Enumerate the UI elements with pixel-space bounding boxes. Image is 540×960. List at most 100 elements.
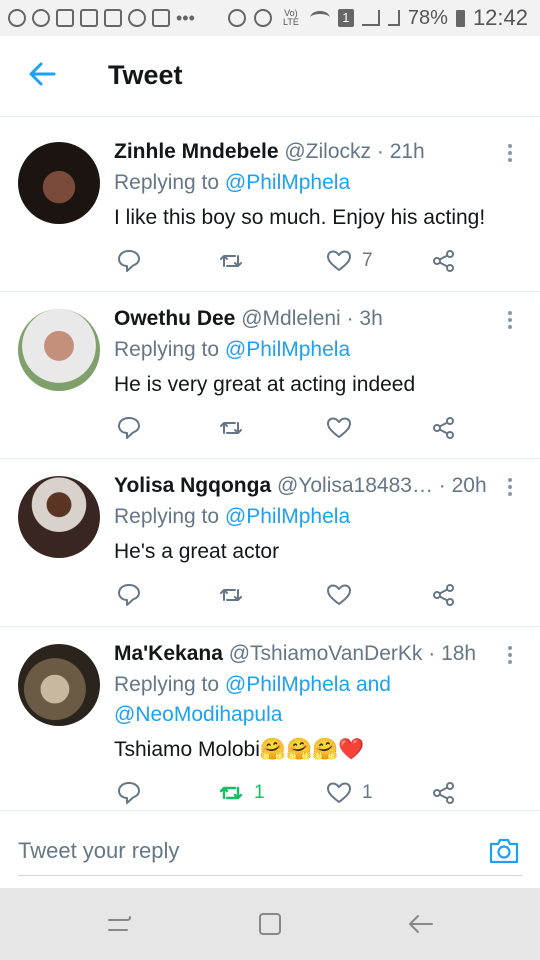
notification-icons: ••• xyxy=(8,0,195,36)
retweet-count: 1 xyxy=(254,782,265,803)
avatar[interactable] xyxy=(18,142,100,224)
more-icon[interactable] xyxy=(502,644,518,666)
mention-link[interactable]: @PhilMphela and xyxy=(225,673,391,696)
author-handle[interactable]: @TshiamoVanDerKk xyxy=(229,642,423,665)
tweet-actions xyxy=(114,413,514,443)
share-button[interactable] xyxy=(431,580,457,610)
reply-button[interactable] xyxy=(116,778,142,808)
author-name[interactable]: Owethu Dee xyxy=(114,307,235,330)
more-icon[interactable] xyxy=(502,476,518,498)
tweet-time: 3h xyxy=(359,307,383,330)
retweet-button[interactable]: 1 xyxy=(218,778,265,808)
tweet-actions xyxy=(114,580,514,610)
reply-icon xyxy=(118,250,140,272)
share-button[interactable] xyxy=(431,246,457,276)
page-title: Tweet xyxy=(108,60,183,90)
replying-to-label: Replying to xyxy=(114,505,225,528)
more-icon[interactable] xyxy=(502,309,518,331)
tweet-item[interactable]: Yolisa Ngqonga @Yolisa18483… · 20h Reply… xyxy=(0,458,540,627)
system-status: Vo) LTE 1 78% 12:42 xyxy=(227,0,528,36)
share-icon xyxy=(433,782,454,804)
more-icon[interactable] xyxy=(502,142,518,164)
mention-link[interactable]: @PhilMphela xyxy=(225,171,350,194)
battery-percent: 78% xyxy=(407,6,448,29)
replying-to: Replying to @PhilMphela xyxy=(114,338,350,362)
avatar[interactable] xyxy=(18,309,100,391)
retweet-button[interactable] xyxy=(218,246,244,276)
share-button[interactable] xyxy=(431,778,457,808)
tweet-time: 20h xyxy=(451,474,487,497)
retweet-button[interactable] xyxy=(218,413,244,443)
replying-to-second-line: @NeoModihapula xyxy=(114,703,282,727)
tweet-item[interactable]: Ma'Kekana @TshiamoVanDerKk · 18h Replyin… xyxy=(0,626,540,810)
battery-icon xyxy=(455,9,465,27)
reply-icon xyxy=(118,584,140,606)
tweet-text: Tshiamo Molobi🤗🤗🤗❤️ xyxy=(114,738,365,761)
tweet-text: I like this boy so much. Enjoy his actin… xyxy=(114,206,486,229)
mail-icon xyxy=(104,9,122,27)
clock: 12:42 xyxy=(472,5,528,30)
author-handle[interactable]: @Mdleleni xyxy=(241,307,341,330)
retweet-icon xyxy=(220,255,242,267)
tweet-item[interactable]: Owethu Dee @Mdleleni · 3h Replying to @P… xyxy=(0,291,540,459)
tweet-time: 21h xyxy=(389,140,425,163)
message-icon xyxy=(56,9,74,27)
replying-to: Replying to @PhilMphela xyxy=(114,171,350,195)
camera-icon[interactable] xyxy=(488,835,520,865)
tweet-text: He is very great at acting indeed xyxy=(114,373,416,396)
person-icon xyxy=(128,9,146,27)
back-nav-icon[interactable] xyxy=(404,908,436,940)
tweet-header: Owethu Dee @Mdleleni · 3h xyxy=(114,307,383,330)
back-arrow-icon[interactable] xyxy=(26,58,58,90)
wifi-icon xyxy=(309,11,330,25)
app-header: Tweet xyxy=(0,36,540,117)
tweet-header: Yolisa Ngqonga @Yolisa18483… · 20h xyxy=(114,474,487,497)
like-icon xyxy=(327,584,351,605)
author-name[interactable]: Ma'Kekana xyxy=(114,642,223,665)
mute-icon xyxy=(227,9,246,27)
like-button[interactable]: 1 xyxy=(326,778,373,808)
avatar[interactable] xyxy=(18,476,100,558)
android-nav-bar xyxy=(0,888,540,960)
recents-icon[interactable] xyxy=(103,908,135,940)
reply-button[interactable] xyxy=(116,580,142,610)
avatar[interactable] xyxy=(18,644,100,726)
alarm-icon xyxy=(253,9,272,27)
signal-2-icon xyxy=(387,10,400,26)
reply-button[interactable] xyxy=(116,246,142,276)
like-button[interactable] xyxy=(326,413,362,443)
tweet-item[interactable]: Zinhle Mndebele @Zilockz · 21h Replying … xyxy=(0,124,540,292)
replying-to: Replying to @PhilMphela and xyxy=(114,673,391,697)
signal-icon xyxy=(361,10,380,26)
facebook-icon xyxy=(32,9,50,27)
mention-link[interactable]: @PhilMphela xyxy=(225,505,350,528)
share-icon xyxy=(433,584,454,606)
share-icon xyxy=(433,250,454,272)
sim-badge: 1 xyxy=(337,9,354,27)
retweet-button[interactable] xyxy=(218,580,244,610)
mention-link[interactable]: @NeoModihapula xyxy=(114,703,282,726)
retweet-icon xyxy=(220,422,242,434)
author-name[interactable]: Yolisa Ngqonga xyxy=(114,474,271,497)
tweet-reply-input[interactable]: Tweet your reply xyxy=(18,827,522,876)
retweet-icon xyxy=(220,589,242,601)
replying-to-label: Replying to xyxy=(114,673,225,696)
gmail-icon xyxy=(80,9,98,27)
gallery-icon xyxy=(152,9,170,27)
reply-icon xyxy=(118,782,140,804)
tweet-header: Zinhle Mndebele @Zilockz · 21h xyxy=(114,140,425,163)
home-icon[interactable] xyxy=(254,908,286,940)
status-bar: ••• Vo) LTE 1 78% 12:42 xyxy=(0,0,540,36)
like-button[interactable] xyxy=(326,580,362,610)
whatsapp-icon xyxy=(8,9,26,27)
more-notifications-icon: ••• xyxy=(176,7,195,28)
author-handle[interactable]: @Zilockz xyxy=(284,140,371,163)
reply-icon xyxy=(118,417,140,439)
author-handle[interactable]: @Yolisa18483… xyxy=(277,474,433,497)
reply-button[interactable] xyxy=(116,413,142,443)
author-name[interactable]: Zinhle Mndebele xyxy=(114,140,279,163)
share-button[interactable] xyxy=(431,413,457,443)
replying-to: Replying to @PhilMphela xyxy=(114,505,350,529)
like-button[interactable]: 7 xyxy=(326,246,373,276)
mention-link[interactable]: @PhilMphela xyxy=(225,338,350,361)
